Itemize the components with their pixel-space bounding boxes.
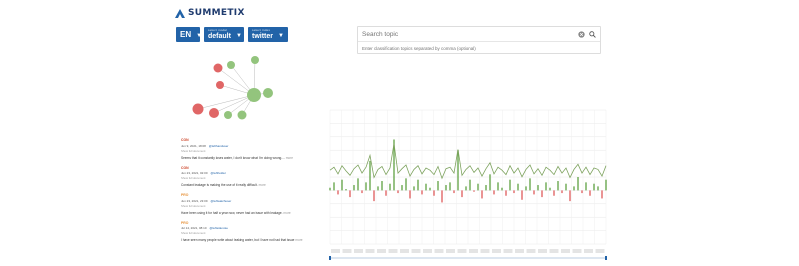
graph-node[interactable]: [192, 103, 204, 115]
logo-mark-icon: [175, 8, 185, 18]
chevron-down-icon: ▼: [278, 32, 284, 39]
x-tick-box: [503, 249, 513, 253]
model-caption: select model: [208, 28, 228, 32]
x-tick-box: [400, 249, 409, 253]
x-tick-box: [446, 249, 455, 253]
show-document-link[interactable]: Show full document: [181, 231, 321, 235]
selector-bar: EN ▼ select model default ▼ select index…: [176, 27, 288, 42]
list-item: PRO Jul 14, 2021, 08:10 @leftsidenote Sh…: [181, 221, 321, 243]
more-link[interactable]: more: [259, 183, 266, 187]
x-tick-box: [331, 249, 340, 253]
list-item: CON Jun 9, 2021, 18:08 @lefthanduser Sho…: [181, 138, 321, 160]
post-text: Constant leakage is making the use of it…: [181, 183, 266, 187]
show-document-link[interactable]: Show full document: [181, 149, 321, 153]
search-panel: [357, 26, 601, 54]
model-value: default: [208, 33, 231, 40]
index-value: twitter: [252, 33, 273, 40]
more-link[interactable]: more: [286, 156, 293, 160]
language-select[interactable]: EN ▼: [176, 27, 203, 42]
post-date: Jun 23, 2021, 23:09: [181, 198, 208, 203]
post-meta: Jul 14, 2021, 08:10 @leftsidenote: [181, 226, 321, 230]
x-tick-box: [423, 249, 432, 253]
show-document-link[interactable]: Show full document: [181, 204, 321, 208]
graph-node[interactable]: [213, 63, 223, 73]
x-tick-box: [515, 249, 524, 253]
topic-graph: [192, 56, 273, 120]
x-tick-box: [354, 249, 363, 253]
chevron-down-icon: ▼: [196, 32, 203, 39]
x-tick-box: [549, 249, 559, 253]
brand-logo: SUMMETIX: [175, 8, 245, 18]
x-tick-box: [388, 249, 398, 253]
sentiment-label: PRO: [181, 220, 189, 225]
x-tick-box: [492, 249, 501, 253]
post-handle[interactable]: @leftholder: [211, 171, 226, 175]
post-meta: Jun 23, 2021, 23:09 @leftwatchuser: [181, 199, 321, 203]
more-link[interactable]: more: [283, 211, 290, 215]
graph-node[interactable]: [224, 111, 232, 119]
graph-node[interactable]: [237, 110, 247, 120]
graph-node[interactable]: [227, 61, 235, 69]
show-document-link[interactable]: Show full document: [181, 176, 321, 180]
x-tick-box: [377, 249, 386, 253]
x-tick-box: [538, 249, 547, 253]
index-select[interactable]: select index twitter ▼: [248, 27, 288, 42]
model-select[interactable]: select model default ▼: [204, 27, 244, 42]
topics-input[interactable]: [362, 45, 596, 51]
post-text: Seems that it constantly loses water, I …: [181, 155, 293, 160]
graph-node[interactable]: [209, 108, 219, 118]
x-tick-box: [584, 249, 593, 253]
post-handle[interactable]: @lefthanduser: [209, 144, 229, 148]
x-tick-box: [342, 249, 352, 253]
x-tick-box: [434, 249, 444, 253]
x-tick-box: [411, 249, 421, 253]
topics-row: [358, 42, 600, 54]
sentiment-label: CON: [181, 165, 189, 170]
post-meta: Jun 9, 2021, 18:08 @lefthanduser: [181, 144, 321, 148]
post-date: Jun 23, 2021, 02:00: [181, 171, 208, 175]
document-feed: CON Jun 9, 2021, 18:08 @lefthanduser Sho…: [181, 138, 321, 248]
timeline-chart: [329, 109, 607, 260]
x-tick-box: [469, 249, 478, 253]
x-tick-box: [526, 249, 536, 253]
x-tick-box: [365, 249, 375, 253]
index-caption: select index: [252, 28, 271, 32]
range-slider-track: [330, 257, 606, 259]
range-slider-handle-left: [329, 256, 331, 260]
chevron-down-icon: ▼: [235, 32, 242, 39]
list-item: PRO Jun 23, 2021, 23:09 @leftwatchuser S…: [181, 193, 321, 215]
sentiment-label: CON: [181, 138, 189, 142]
post-text: I have seen many people write about leak…: [181, 238, 303, 242]
x-tick-box: [480, 249, 490, 253]
x-tick-box: [457, 249, 467, 253]
range-slider-handle-right: [605, 256, 607, 260]
brand-name: SUMMETIX: [188, 8, 245, 18]
more-link[interactable]: more: [295, 238, 302, 242]
graph-node[interactable]: [263, 88, 273, 98]
search-row: [358, 27, 600, 42]
x-tick-box: [561, 249, 570, 253]
post-handle[interactable]: @leftwatchuser: [211, 199, 232, 203]
x-tick-box: [595, 249, 605, 253]
graph-node[interactable]: [216, 81, 224, 89]
list-item: CON Jun 23, 2021, 02:00 @leftholder Show…: [181, 166, 321, 188]
x-tick-box: [572, 249, 582, 253]
post-handle[interactable]: @leftsidenote: [210, 226, 228, 230]
search-icon[interactable]: [589, 30, 596, 38]
post-date: Jul 14, 2021, 08:10: [181, 226, 207, 230]
search-input[interactable]: [362, 30, 574, 38]
language-value: EN: [180, 30, 192, 39]
clear-icon[interactable]: [578, 30, 585, 38]
post-date: Jun 9, 2021, 18:08: [181, 143, 206, 148]
sentiment-label: PRO: [181, 193, 189, 197]
graph-node[interactable]: [247, 88, 261, 102]
post-text: Have been using it for half a year now, …: [181, 210, 291, 215]
post-meta: Jun 23, 2021, 02:00 @leftholder: [181, 171, 321, 175]
graph-node[interactable]: [251, 56, 259, 64]
